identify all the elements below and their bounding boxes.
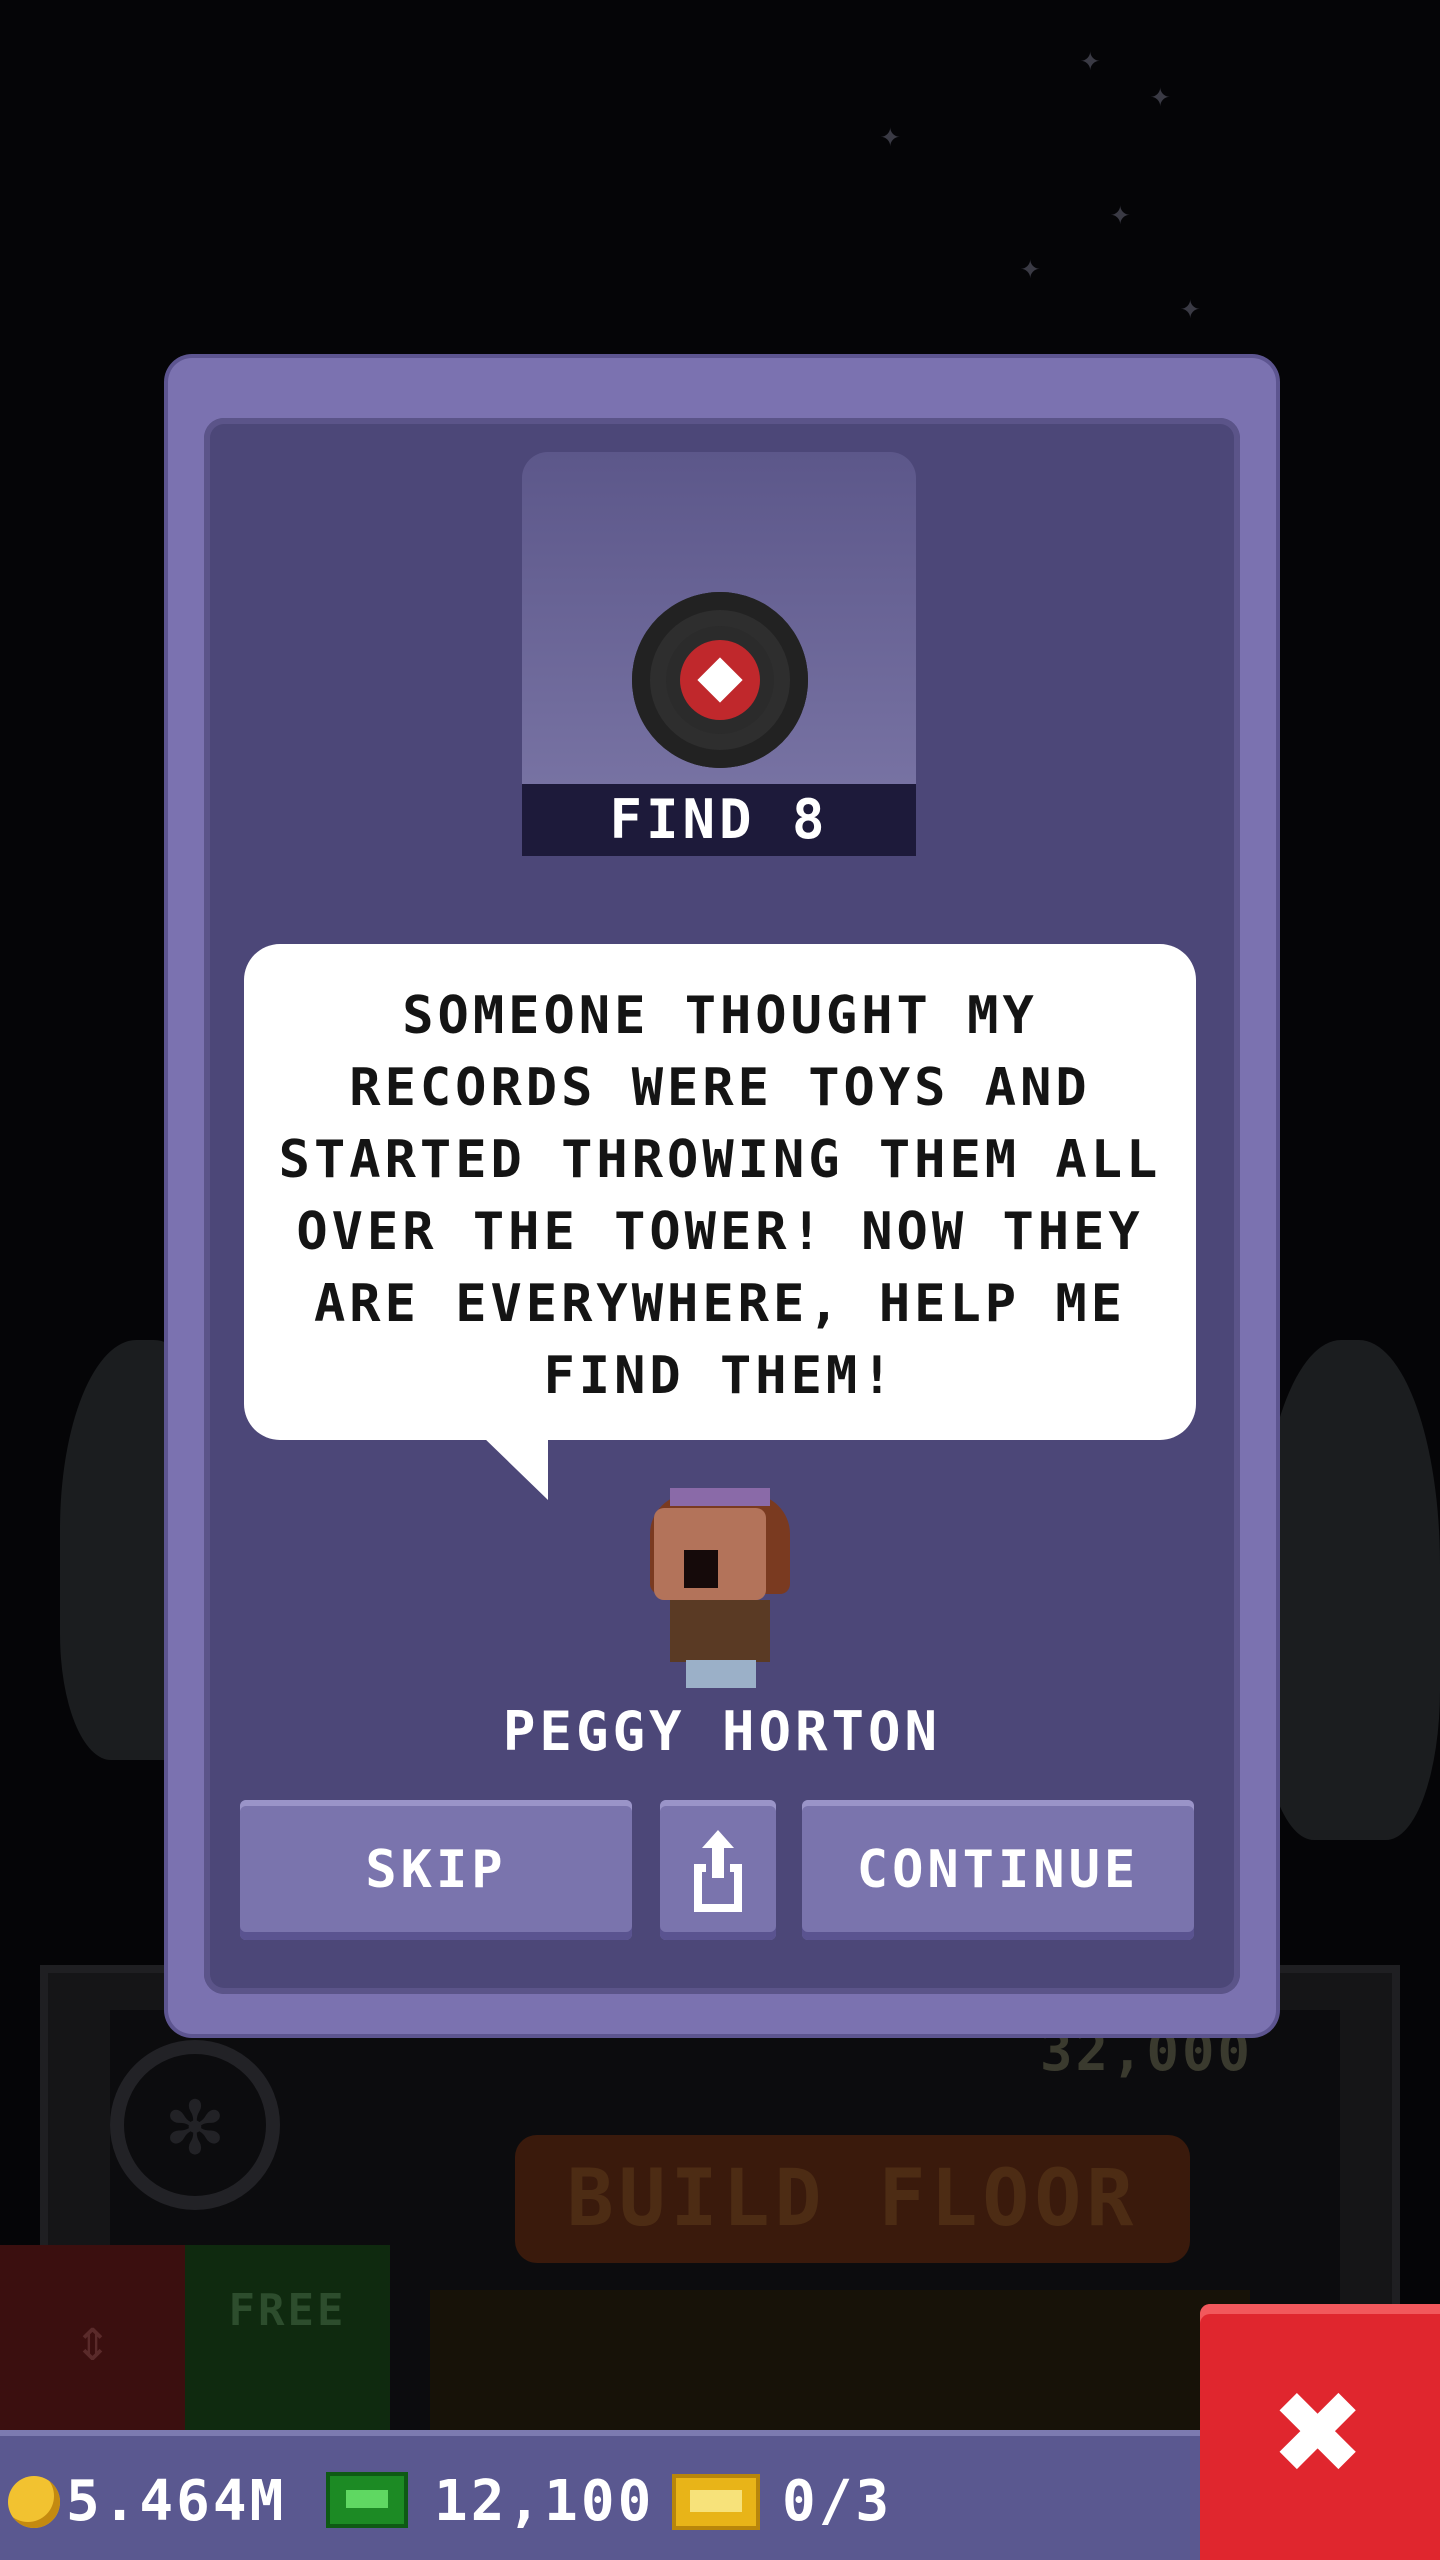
star-icon: ✦ [1080, 39, 1101, 79]
tree-silhouette [1260, 1340, 1440, 1840]
continue-button[interactable]: CONTINUE [802, 1800, 1194, 1940]
workers-scene [430, 2290, 1250, 2440]
star-icon: ✦ [1110, 193, 1131, 233]
close-icon: ✖ [1274, 2345, 1366, 2519]
build-floor-button: BUILD FLOOR [515, 2135, 1190, 2263]
golden-ticket-icon-detail [690, 2490, 742, 2512]
golden-tickets-count: 0/3 [782, 2469, 893, 2534]
character-avatar [640, 1488, 800, 1698]
mission-goal-label: FIND 8 [522, 784, 916, 856]
character-name: PEGGY HORTON [502, 1700, 942, 1763]
star-icon: ✦ [880, 115, 901, 155]
elevator-arrows-icon: ⇕ [0, 2245, 185, 2435]
star-icon: ✦ [1150, 75, 1171, 115]
tower-bux-count: 12,100 [434, 2469, 655, 2534]
tower-bux-icon-detail [346, 2490, 388, 2508]
mission-description: SOMEONE THOUGHT MY RECORDS WERE TOYS AND… [278, 986, 1162, 1406]
coins-count: 5.464M [66, 2469, 287, 2534]
star-icon: ✦ [1020, 247, 1041, 287]
share-icon [694, 1830, 742, 1912]
coin-icon [8, 2476, 60, 2528]
speech-bubble-tail [482, 1436, 548, 1500]
free-button: FREE [185, 2245, 390, 2435]
fan-icon: ✻ [110, 2040, 280, 2210]
close-button[interactable]: ✖ [1200, 2304, 1440, 2560]
skip-button[interactable]: SKIP [240, 1800, 632, 1940]
share-button[interactable] [660, 1800, 776, 1940]
star-icon: ✦ [1180, 287, 1201, 327]
